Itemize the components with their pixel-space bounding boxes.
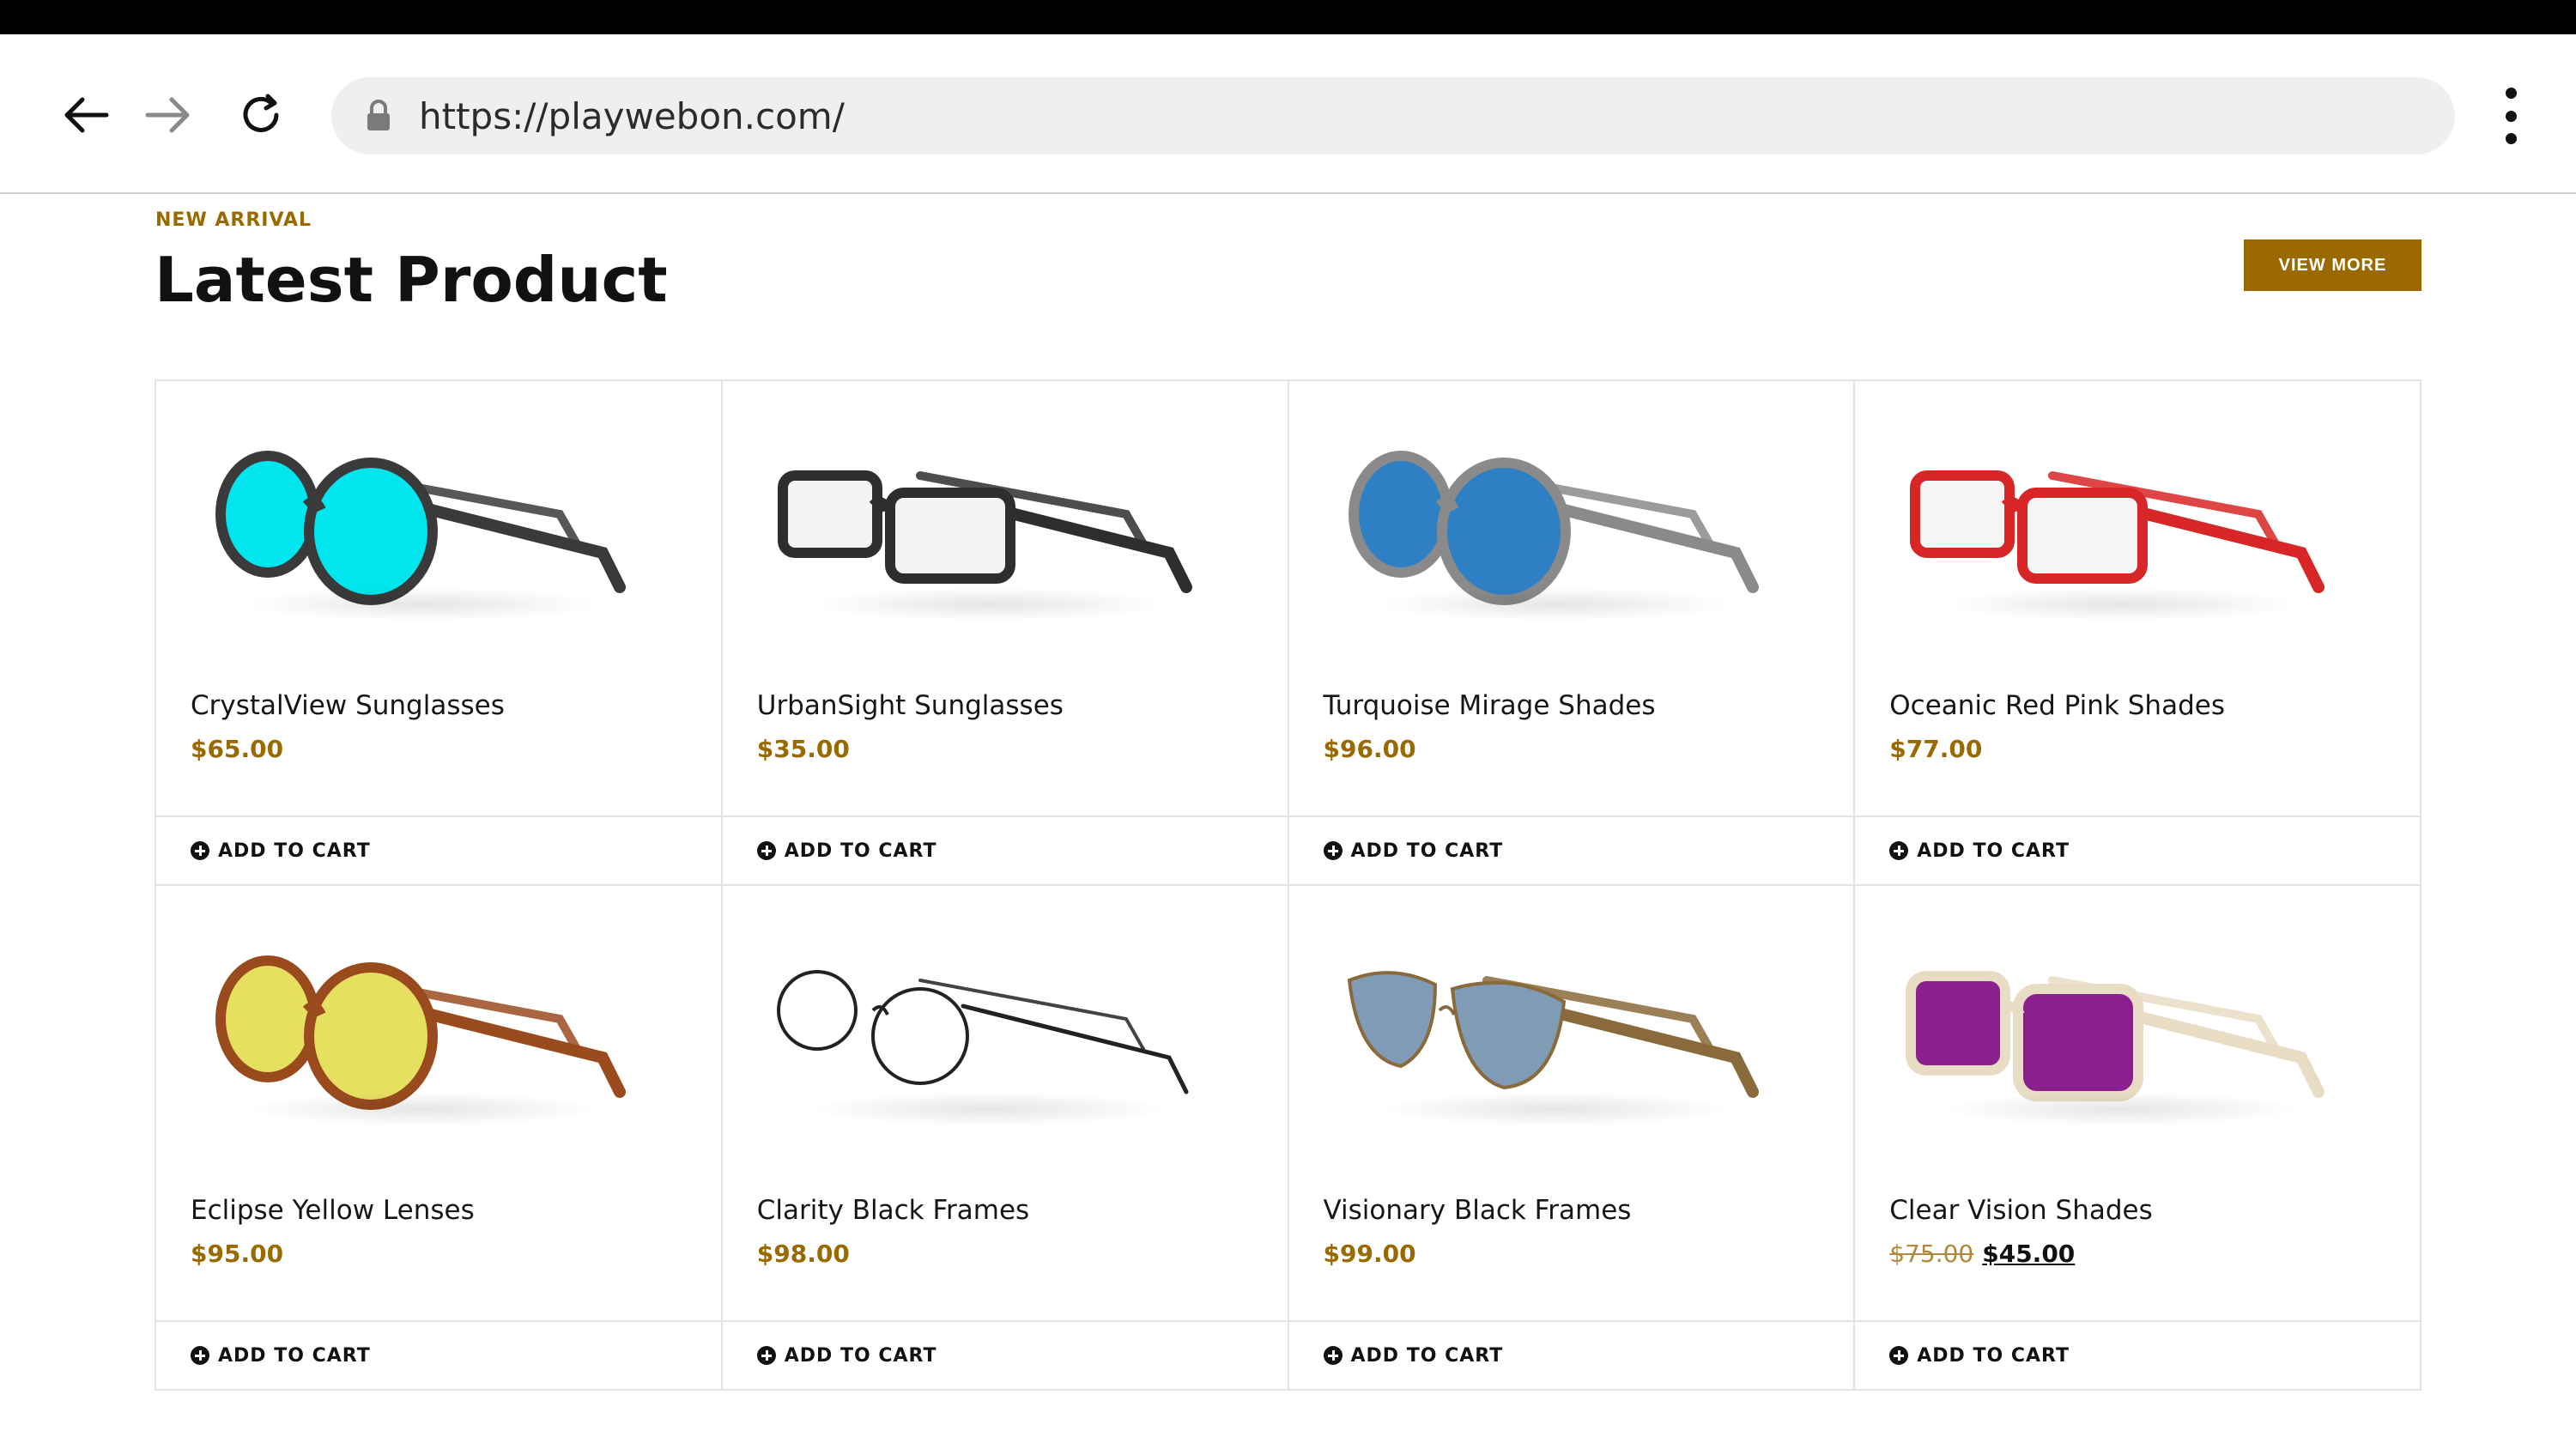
product-card[interactable]: CrystalView Sunglasses $65.00 ADD TO CAR… — [156, 381, 723, 886]
forward-button[interactable] — [137, 84, 199, 146]
lock-icon — [367, 100, 390, 130]
product-card[interactable]: Oceanic Red Pink Shades $77.00 ADD TO CA… — [1855, 381, 2421, 886]
product-card[interactable]: Turquoise Mirage Shades $96.00 ADD TO CA… — [1288, 381, 1856, 886]
product-image[interactable] — [1889, 415, 2353, 630]
add-to-cart-label: ADD TO CART — [784, 1344, 937, 1367]
status-bar — [0, 0, 2576, 34]
address-bar[interactable]: https://playwebon.com/ — [331, 77, 2455, 155]
add-to-cart-button[interactable]: ADD TO CART — [156, 815, 721, 884]
product-price: $77.00 — [1889, 735, 1983, 763]
product-price: $35.00 — [756, 735, 850, 763]
add-to-cart-label: ADD TO CART — [218, 1344, 371, 1367]
product-name[interactable]: Clarity Black Frames — [757, 1195, 1029, 1226]
add-to-cart-button[interactable]: ADD TO CART — [722, 1320, 1288, 1389]
product-card[interactable]: Clear Vision Shades $75.00 $45.00 ADD TO… — [1855, 886, 2421, 1391]
add-to-cart-button[interactable]: ADD TO CART — [722, 815, 1288, 884]
add-to-cart-label: ADD TO CART — [1917, 1344, 2070, 1367]
product-name[interactable]: CrystalView Sunglasses — [191, 690, 505, 721]
sale-price: $45.00 — [1982, 1240, 2076, 1268]
product-image[interactable] — [1889, 920, 2353, 1135]
product-name[interactable]: Clear Vision Shades — [1889, 1195, 2153, 1226]
view-more-button[interactable]: VIEW MORE — [2244, 239, 2421, 291]
add-to-cart-button[interactable]: ADD TO CART — [156, 1320, 721, 1389]
add-to-cart-label: ADD TO CART — [218, 840, 371, 862]
product-name[interactable]: Turquoise Mirage Shades — [1324, 690, 1656, 721]
plus-circle-icon — [1323, 841, 1343, 860]
add-to-cart-label: ADD TO CART — [1350, 840, 1504, 862]
plus-circle-icon — [756, 841, 776, 860]
plus-circle-icon — [1889, 1346, 1909, 1365]
product-image[interactable] — [1324, 415, 1787, 630]
product-grid: CrystalView Sunglasses $65.00 ADD TO CAR… — [155, 379, 2421, 1391]
add-to-cart-button[interactable]: ADD TO CART — [1288, 815, 1854, 884]
add-to-cart-button[interactable]: ADD TO CART — [1855, 815, 2420, 884]
product-price: $98.00 — [756, 1240, 850, 1268]
plus-circle-icon — [756, 1346, 776, 1365]
more-options-icon[interactable] — [2489, 86, 2532, 146]
product-image[interactable] — [757, 415, 1221, 630]
product-card[interactable]: UrbanSight Sunglasses $35.00 ADD TO CART — [722, 381, 1289, 886]
plus-circle-icon — [1889, 841, 1909, 860]
add-to-cart-label: ADD TO CART — [1350, 1344, 1504, 1367]
product-name[interactable]: UrbanSight Sunglasses — [757, 690, 1064, 721]
browser-toolbar: https://playwebon.com/ — [0, 34, 2576, 194]
arrow-left-icon — [64, 97, 109, 133]
product-price: $99.00 — [1323, 1240, 1416, 1268]
product-name[interactable]: Oceanic Red Pink Shades — [1889, 690, 2225, 721]
plus-circle-icon — [1323, 1346, 1343, 1365]
product-image[interactable] — [191, 920, 654, 1135]
product-card[interactable]: Eclipse Yellow Lenses $95.00 ADD TO CART — [156, 886, 723, 1391]
product-price: $96.00 — [1323, 735, 1416, 763]
product-image[interactable] — [191, 415, 654, 630]
product-card[interactable]: Clarity Black Frames $98.00 ADD TO CART — [722, 886, 1289, 1391]
add-to-cart-button[interactable]: ADD TO CART — [1855, 1320, 2420, 1389]
reload-button[interactable] — [230, 84, 292, 146]
product-price: $95.00 — [191, 1240, 284, 1268]
back-button[interactable] — [55, 84, 117, 146]
reload-icon — [243, 94, 279, 132]
add-to-cart-label: ADD TO CART — [784, 840, 937, 862]
product-image[interactable] — [757, 920, 1221, 1135]
product-image[interactable] — [1324, 920, 1787, 1135]
product-name[interactable]: Eclipse Yellow Lenses — [191, 1195, 475, 1226]
url-text[interactable]: https://playwebon.com/ — [419, 95, 845, 137]
original-price: $75.00 — [1889, 1240, 1974, 1268]
page-title: Latest Product — [155, 244, 668, 316]
plus-circle-icon — [191, 1346, 209, 1365]
section-eyebrow: NEW ARRIVAL — [155, 209, 312, 231]
product-card[interactable]: Visionary Black Frames $99.00 ADD TO CAR… — [1288, 886, 1856, 1391]
product-price: $65.00 — [191, 735, 284, 763]
product-price: $75.00 $45.00 — [1889, 1240, 2075, 1268]
arrow-right-icon — [145, 97, 190, 133]
add-to-cart-button[interactable]: ADD TO CART — [1288, 1320, 1854, 1389]
add-to-cart-label: ADD TO CART — [1917, 840, 2070, 862]
product-name[interactable]: Visionary Black Frames — [1324, 1195, 1632, 1226]
plus-circle-icon — [191, 841, 209, 860]
